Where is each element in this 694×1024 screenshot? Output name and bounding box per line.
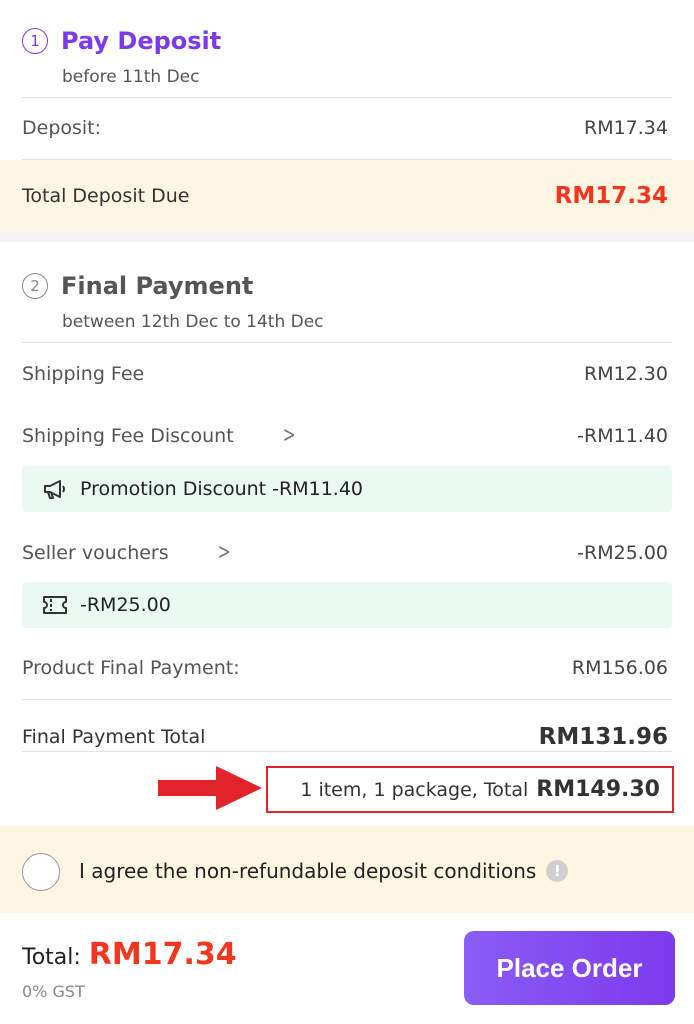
step-2-badge: 2 [22,273,48,299]
final-total-label: Final Payment Total [22,726,206,748]
divider [22,699,672,700]
final-total-row: Final Payment Total RM131.96 [22,724,668,750]
final-payment-header: 2 Final Payment [22,272,253,300]
total-deposit-value: RM17.34 [554,183,668,209]
footer-total: Total: RM17.34 [22,937,237,972]
divider [22,342,672,343]
product-final-label: Product Final Payment: [22,657,240,679]
shipping-discount-value: -RM11.40 [577,424,668,447]
final-total-value: RM131.96 [538,724,668,750]
seller-vouchers-value: -RM25.00 [577,541,668,564]
shipping-fee-value: RM12.30 [584,363,668,385]
deposit-row: Deposit: RM17.34 [22,117,668,139]
order-summary-total: RM149.30 [536,777,660,802]
deposit-title: Pay Deposit [61,27,222,55]
agreement-row: I agree the non-refundable deposit condi… [79,859,569,883]
seller-vouchers-label: Seller vouchers [22,542,169,564]
deposit-header: 1 Pay Deposit [22,27,221,55]
place-order-button[interactable]: Place Order [464,931,675,1005]
agreement-text: I agree the non-refundable deposit condi… [79,859,537,883]
product-final-row: Product Final Payment: RM156.06 [22,657,668,679]
order-summary-highlight: 1 item, 1 package, Total RM149.30 [266,766,674,813]
seller-vouchers-row[interactable]: Seller vouchers > -RM25.00 [22,540,668,565]
chevron-right-icon: > [217,540,231,565]
gst-text: 0% GST [22,982,85,1001]
product-final-value: RM156.06 [571,657,668,679]
shipping-fee-row: Shipping Fee RM12.30 [22,363,668,385]
chevron-right-icon: > [282,423,296,448]
final-payment-title: Final Payment [61,272,254,300]
final-payment-subtitle: between 12th Dec to 14th Dec [62,312,324,332]
divider [22,751,672,752]
promotion-discount-text: Promotion Discount -RM11.40 [80,478,364,500]
shipping-discount-row[interactable]: Shipping Fee Discount > -RM11.40 [22,423,668,448]
step-1-badge: 1 [22,28,48,54]
total-deposit-label: Total Deposit Due [22,185,190,207]
divider [22,97,672,98]
shipping-fee-label: Shipping Fee [22,363,145,385]
section-separator [0,232,694,242]
deposit-label: Deposit: [22,117,102,139]
shipping-discount-label: Shipping Fee Discount [22,425,234,447]
voucher-text: -RM25.00 [80,594,171,616]
megaphone-icon [44,480,65,499]
deposit-subtitle: before 11th Dec [62,67,200,87]
deposit-value: RM17.34 [584,117,668,139]
total-deposit-row: Total Deposit Due RM17.34 [22,183,668,209]
order-summary-text: 1 item, 1 package, Total [300,778,529,801]
ticket-icon [43,596,67,614]
voucher-box: -RM25.00 [22,582,672,628]
red-arrow-annotation [158,766,262,810]
footer-total-label: Total: [22,945,81,970]
promotion-discount-box: Promotion Discount -RM11.40 [22,466,672,512]
info-icon[interactable]: ! [546,860,569,882]
footer-total-value: RM17.34 [88,937,237,972]
agree-checkbox[interactable] [22,853,60,891]
